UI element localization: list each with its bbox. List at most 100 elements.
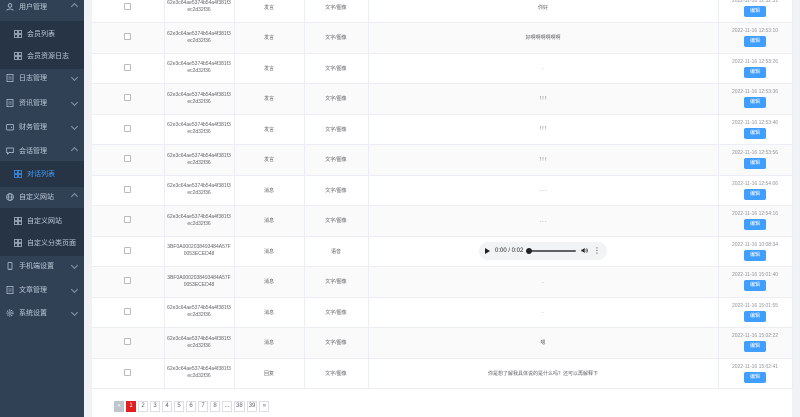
edit-button[interactable]: 编辑 — [743, 127, 766, 139]
role-cell: 发言 — [234, 53, 305, 84]
page-button-10[interactable]: 39 — [246, 401, 258, 412]
table-row: 62e3c64ae5374b54a4f381f3ec2d32f36 消息 文字/… — [92, 205, 793, 237]
user-id: 62e3c64ae5374b54a4f381f3ec2d32f36 — [167, 366, 231, 380]
uid-cell: 3BF0A0002038493484A57F0053ECED48 — [164, 236, 235, 267]
row-checkbox[interactable] — [124, 277, 132, 285]
uid-cell: 62e3c64ae5374b54a4f381f3ec2d32f36 — [164, 22, 235, 54]
select-cell — [92, 236, 165, 267]
sidebar-item-0[interactable]: 用户管理 — [0, 0, 84, 20]
role-cell: 消息 — [234, 205, 305, 237]
next-page-button[interactable]: » — [259, 401, 270, 412]
page-button-6[interactable]: 7 — [198, 401, 208, 412]
content-cell: 好啊啊啊啊啊啊 — [368, 22, 719, 54]
chevron-down-icon — [70, 192, 79, 201]
row-checkbox[interactable] — [124, 94, 132, 102]
page-button-1[interactable]: 2 — [138, 401, 148, 412]
sidebar-item-label: 日志管理 — [19, 75, 47, 82]
audio-progress-knob[interactable] — [526, 248, 533, 255]
sidebar-item-4[interactable]: 资讯管理 — [0, 90, 84, 116]
row-checkbox[interactable] — [124, 63, 132, 71]
row-checkbox[interactable] — [124, 246, 132, 254]
action-cell: 2022-11-16 12:53:56 编辑 — [718, 144, 793, 176]
row-checkbox[interactable] — [124, 33, 132, 41]
row-checkbox[interactable] — [124, 338, 132, 346]
edit-button[interactable]: 编辑 — [743, 66, 766, 78]
edit-button[interactable]: 编辑 — [743, 5, 766, 17]
edit-button[interactable]: 编辑 — [743, 36, 766, 48]
role-cell: 消息 — [234, 236, 305, 267]
edit-button[interactable]: 编辑 — [743, 280, 766, 292]
page-button-8[interactable]: ... — [222, 401, 232, 412]
audio-player[interactable]: 0:00 / 0:02 ⋮ — [479, 242, 607, 261]
page-button-9[interactable]: 38 — [234, 401, 245, 412]
sidebar-item-13[interactable]: 系统设置 — [0, 300, 84, 326]
edit-button[interactable]: 编辑 — [743, 249, 766, 261]
grid-icon — [14, 170, 22, 178]
row-checkbox[interactable] — [124, 155, 132, 163]
content-cell: . — [368, 297, 719, 328]
edit-button[interactable]: 编辑 — [743, 341, 766, 353]
type-cell: 文字/图像 — [304, 297, 369, 328]
select-cell — [92, 358, 165, 389]
grid-icon — [14, 30, 22, 38]
table-row: 62e3c64ae5374b54a4f381f3ec2d32f36 发言 文字/… — [92, 114, 793, 145]
edit-button[interactable]: 编辑 — [743, 219, 766, 231]
prev-page-button[interactable]: « — [114, 401, 124, 412]
row-checkbox[interactable] — [124, 124, 132, 132]
page-button-4[interactable]: 5 — [174, 401, 184, 412]
volume-icon[interactable] — [581, 247, 588, 256]
sidebar-item-label: 系统设置 — [19, 310, 47, 317]
phone-icon — [6, 262, 14, 270]
uid-cell: 62e3c64ae5374b54a4f381f3ec2d32f36 — [164, 144, 235, 176]
sidebar-item-label: 会话管理 — [19, 148, 47, 155]
page-button-3[interactable]: 4 — [162, 401, 172, 412]
user-id: 62e3c64ae5374b54a4f381f3ec2d32f36 — [167, 122, 231, 136]
row-checkbox[interactable] — [124, 185, 132, 193]
content-cell: ! ! ! — [368, 83, 719, 115]
audio-progress-track[interactable] — [526, 248, 576, 255]
uid-cell: 62e3c64ae5374b54a4f381f3ec2d32f36 — [164, 297, 235, 328]
more-options-icon[interactable]: ⋮ — [593, 247, 601, 255]
edit-button[interactable]: 编辑 — [743, 158, 766, 170]
sidebar-item-8[interactable]: 自定义网站 — [0, 184, 84, 210]
user-id: 62e3c64ae5374b54a4f381f3ec2d32f36 — [167, 91, 231, 105]
sidebar-item-3[interactable]: 日志管理 — [0, 65, 84, 91]
timestamp: 2022-11-16 12:53:46 — [731, 119, 779, 126]
page-button-0[interactable]: 1 — [126, 401, 136, 412]
page-button-5[interactable]: 6 — [186, 401, 196, 412]
timestamp: 2022-11-16 15:02:41 — [731, 363, 779, 370]
uid-cell: 62e3c64ae5374b54a4f381f3ec2d32f36 — [164, 175, 235, 206]
row-checkbox[interactable] — [124, 2, 132, 10]
type-cell: 文字/图像 — [304, 327, 369, 359]
sidebar-item-label: 财务管理 — [19, 124, 47, 131]
role-cell: 发言 — [234, 0, 305, 23]
row-checkbox[interactable] — [124, 307, 132, 315]
row-checkbox[interactable] — [124, 216, 132, 224]
timestamp: 2022-11-16 12:53:36 — [731, 89, 779, 96]
sidebar-item-11[interactable]: 手机端设置 — [0, 253, 84, 279]
grid-icon — [14, 239, 22, 247]
page-button-2[interactable]: 3 — [150, 401, 160, 412]
sidebar-item-label: 用户管理 — [19, 4, 47, 11]
uid-cell: 62e3c64ae5374b54a4f381f3ec2d32f36 — [164, 0, 235, 23]
table-row: 3BF0A0002038493484A57F0053ECED48 消息 语音 0… — [92, 236, 793, 267]
content-cell: . — [368, 266, 719, 298]
edit-button[interactable]: 编辑 — [743, 371, 766, 383]
edit-button[interactable]: 编辑 — [743, 310, 766, 322]
role-cell: 发言 — [234, 83, 305, 115]
type-cell: 文字/图像 — [304, 83, 369, 115]
edit-button[interactable]: 编辑 — [743, 188, 766, 200]
main-content: 62e3c64ae5374b54a4f381f3ec2d32f36 发言 文字/… — [84, 0, 800, 417]
timestamp: 2022-11-16 15:01:55 — [731, 302, 779, 309]
edit-button[interactable]: 编辑 — [743, 97, 766, 109]
grid-icon — [14, 52, 22, 60]
select-cell — [92, 205, 165, 237]
content-cell: 0:00 / 0:02 ⋮ — [368, 236, 719, 267]
wallet-icon — [6, 123, 14, 131]
type-cell: 文字/图像 — [304, 266, 369, 298]
sidebar-item-5[interactable]: 财务管理 — [0, 114, 84, 140]
page-button-7[interactable]: 8 — [210, 401, 220, 412]
chevron-down-icon — [70, 285, 79, 294]
row-checkbox[interactable] — [124, 368, 132, 376]
play-icon[interactable] — [485, 248, 490, 255]
